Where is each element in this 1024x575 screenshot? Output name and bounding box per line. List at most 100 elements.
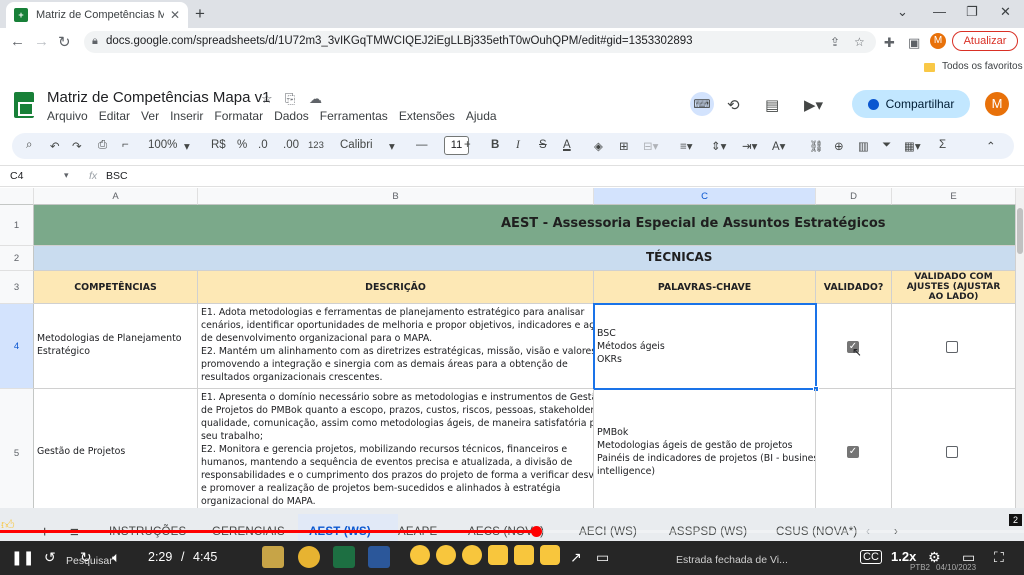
share-button[interactable]: Compartilhar bbox=[852, 90, 970, 118]
menu-arquivo[interactable]: Arquivo bbox=[47, 109, 88, 123]
title-cell[interactable]: AEST - Assessoria Especial de Assuntos E… bbox=[34, 205, 1016, 246]
zoom-select[interactable]: 100% bbox=[148, 139, 177, 151]
share-page-icon[interactable]: ⇪ bbox=[830, 35, 840, 49]
header-validado-ajustes[interactable]: VALIDADO COM AJUSTES (AJUSTAR AO LADO) bbox=[892, 271, 1016, 304]
pause-icon[interactable]: ❚❚ bbox=[11, 549, 34, 566]
validado-cell[interactable]: ✓ ↖ bbox=[816, 304, 892, 389]
chrome-icon[interactable] bbox=[298, 546, 320, 568]
validado-ajustes-checkbox[interactable] bbox=[946, 446, 958, 458]
competencia-cell[interactable]: Gestão de Projetos bbox=[34, 389, 198, 508]
file-explorer-icon[interactable] bbox=[262, 546, 284, 568]
menu-dados[interactable]: Dados bbox=[274, 109, 309, 123]
comments-icon[interactable]: ▤ bbox=[765, 96, 779, 114]
insert-comment-icon[interactable]: ⊕ bbox=[834, 139, 844, 153]
laugh-emoji-icon[interactable] bbox=[410, 545, 430, 565]
reload-icon[interactable]: ↻ bbox=[58, 33, 71, 51]
increase-font-icon[interactable]: + bbox=[464, 139, 471, 151]
side-panel-icon[interactable]: ▣ bbox=[908, 35, 920, 51]
minimize-icon[interactable]: — bbox=[933, 4, 946, 19]
chevron-down-icon[interactable]: ⌄ bbox=[897, 4, 908, 20]
name-box[interactable]: C4 bbox=[10, 170, 23, 182]
descricao-cell[interactable]: E1. Apresenta o domínio necessário sobre… bbox=[198, 389, 594, 508]
menu-ferramentas[interactable]: Ferramentas bbox=[320, 109, 388, 123]
validado-ajustes-cell[interactable] bbox=[892, 304, 1016, 389]
bold-button[interactable]: B bbox=[491, 139, 499, 151]
add-sheet-icon[interactable]: + bbox=[40, 524, 50, 542]
update-button[interactable]: Atualizar bbox=[952, 31, 1018, 51]
column-header-a[interactable]: A bbox=[34, 188, 198, 205]
strikethrough-button[interactable]: S bbox=[539, 139, 547, 151]
print-icon[interactable]: ⎙ bbox=[98, 139, 107, 152]
taskbar-window-label[interactable]: Estrada fechada de Vi... bbox=[676, 554, 788, 566]
currency-button[interactable]: R$ bbox=[211, 139, 226, 151]
select-all-corner[interactable] bbox=[0, 188, 34, 205]
merge-cells-icon[interactable]: ⊟▾ bbox=[643, 139, 658, 153]
functions-button[interactable]: Σ bbox=[939, 139, 946, 151]
collapse-toolbar-icon[interactable]: ⌃ bbox=[986, 139, 996, 153]
decrease-font-icon[interactable]: — bbox=[416, 139, 428, 151]
rewind-icon[interactable]: ↺ bbox=[44, 549, 56, 566]
back-arrow-icon[interactable]: ← bbox=[10, 33, 25, 50]
chevron-down-icon[interactable]: ▾ bbox=[64, 170, 69, 181]
row-header-5[interactable]: 5 bbox=[0, 389, 34, 508]
validado-ajustes-cell[interactable] bbox=[892, 389, 1016, 508]
meet-camera-icon[interactable]: ▶▾ bbox=[804, 96, 823, 114]
fill-color-icon[interactable]: ◈ bbox=[594, 139, 603, 153]
insert-chart-icon[interactable]: ▥ bbox=[858, 139, 869, 153]
thumbs-down-emoji-icon[interactable] bbox=[540, 545, 560, 565]
surprised-emoji-icon[interactable] bbox=[462, 545, 482, 565]
taskbar-search-placeholder[interactable]: Pesquisar bbox=[66, 555, 113, 567]
menu-editar[interactable]: Editar bbox=[99, 109, 130, 123]
filter-views-icon[interactable]: ▦▾ bbox=[904, 139, 921, 153]
move-folder-icon[interactable]: ⎘ bbox=[285, 91, 295, 107]
filter-icon[interactable]: ⏷ bbox=[882, 139, 891, 152]
header-validado[interactable]: VALIDADO? bbox=[816, 271, 892, 304]
scrollbar-thumb[interactable] bbox=[1017, 208, 1023, 254]
borders-icon[interactable]: ⊞ bbox=[619, 139, 629, 153]
row-header-3[interactable]: 3 bbox=[0, 271, 34, 304]
header-descricao[interactable]: DESCRIÇÃO bbox=[198, 271, 594, 304]
text-color-button[interactable]: A bbox=[563, 139, 571, 151]
all-bookmarks-link[interactable]: Todos os favoritos bbox=[942, 61, 1023, 72]
close-window-icon[interactable]: ✕ bbox=[1000, 4, 1011, 20]
extensions-puzzle-icon[interactable]: ✚ bbox=[884, 35, 895, 51]
formula-input[interactable]: BSC bbox=[106, 170, 128, 182]
horizontal-align-icon[interactable]: ≡▾ bbox=[680, 139, 692, 153]
undo-icon[interactable]: ↶ bbox=[50, 139, 60, 153]
text-rotation-icon[interactable]: A▾ bbox=[772, 139, 785, 153]
playback-speed[interactable]: 1.2x bbox=[891, 549, 916, 564]
bookmark-star-icon[interactable]: ☆ bbox=[854, 35, 865, 49]
increase-decimal-button[interactable]: .00 bbox=[283, 139, 299, 151]
insert-link-icon[interactable]: ⛓ bbox=[809, 139, 824, 153]
menu-formatar[interactable]: Formatar bbox=[214, 109, 263, 123]
validado-cell[interactable]: ✓ bbox=[816, 389, 892, 508]
menu-extensoes[interactable]: Extensões bbox=[399, 109, 455, 123]
number-format-button[interactable]: 123 bbox=[308, 140, 324, 151]
menu-ajuda[interactable]: Ajuda bbox=[466, 109, 497, 123]
raised-hands-emoji-icon[interactable] bbox=[488, 545, 508, 565]
descricao-cell[interactable]: E1. Adota metodologias e ferramentas de … bbox=[198, 304, 594, 389]
column-header-c[interactable]: C bbox=[594, 188, 816, 205]
chevron-down-icon[interactable]: ▾ bbox=[389, 139, 395, 153]
cloud-status-icon[interactable]: ☁ bbox=[309, 91, 322, 107]
validado-ajustes-checkbox[interactable] bbox=[946, 341, 958, 353]
vertical-align-icon[interactable]: ⇕▾ bbox=[711, 139, 726, 153]
presentation-mode-icon[interactable]: ⌨ bbox=[690, 92, 714, 116]
url-text[interactable]: docs.google.com/spreadsheets/d/1U72m3_3v… bbox=[106, 35, 693, 47]
palavras-chave-cell[interactable]: PMBok Metodologias ágeis de gestão de pr… bbox=[594, 389, 816, 508]
spreadsheet-grid[interactable]: A B C D E 1 2 3 4 5 AEST - Assessoria Es… bbox=[0, 188, 1016, 508]
thumbs-up-emoji-icon[interactable] bbox=[514, 545, 534, 565]
fullscreen-icon[interactable]: ⛶ bbox=[994, 549, 1004, 566]
italic-button[interactable]: I bbox=[516, 139, 520, 151]
profile-avatar[interactable]: M bbox=[930, 33, 946, 49]
menu-ver[interactable]: Ver bbox=[141, 109, 159, 123]
address-bar[interactable]: 🔒︎ docs.google.com/spreadsheets/d/1U72m3… bbox=[84, 31, 876, 53]
row-header-1[interactable]: 1 bbox=[0, 205, 34, 246]
font-select[interactable]: Calibri bbox=[340, 139, 373, 151]
star-icon[interactable]: ☆ bbox=[261, 91, 273, 107]
redo-icon[interactable]: ↷ bbox=[72, 139, 82, 153]
volume-icon[interactable]: 🔈︎ bbox=[112, 549, 120, 566]
row-header-2[interactable]: 2 bbox=[0, 246, 34, 271]
forward-arrow-icon[interactable]: → bbox=[34, 33, 49, 50]
video-progress-knob[interactable] bbox=[531, 526, 542, 537]
